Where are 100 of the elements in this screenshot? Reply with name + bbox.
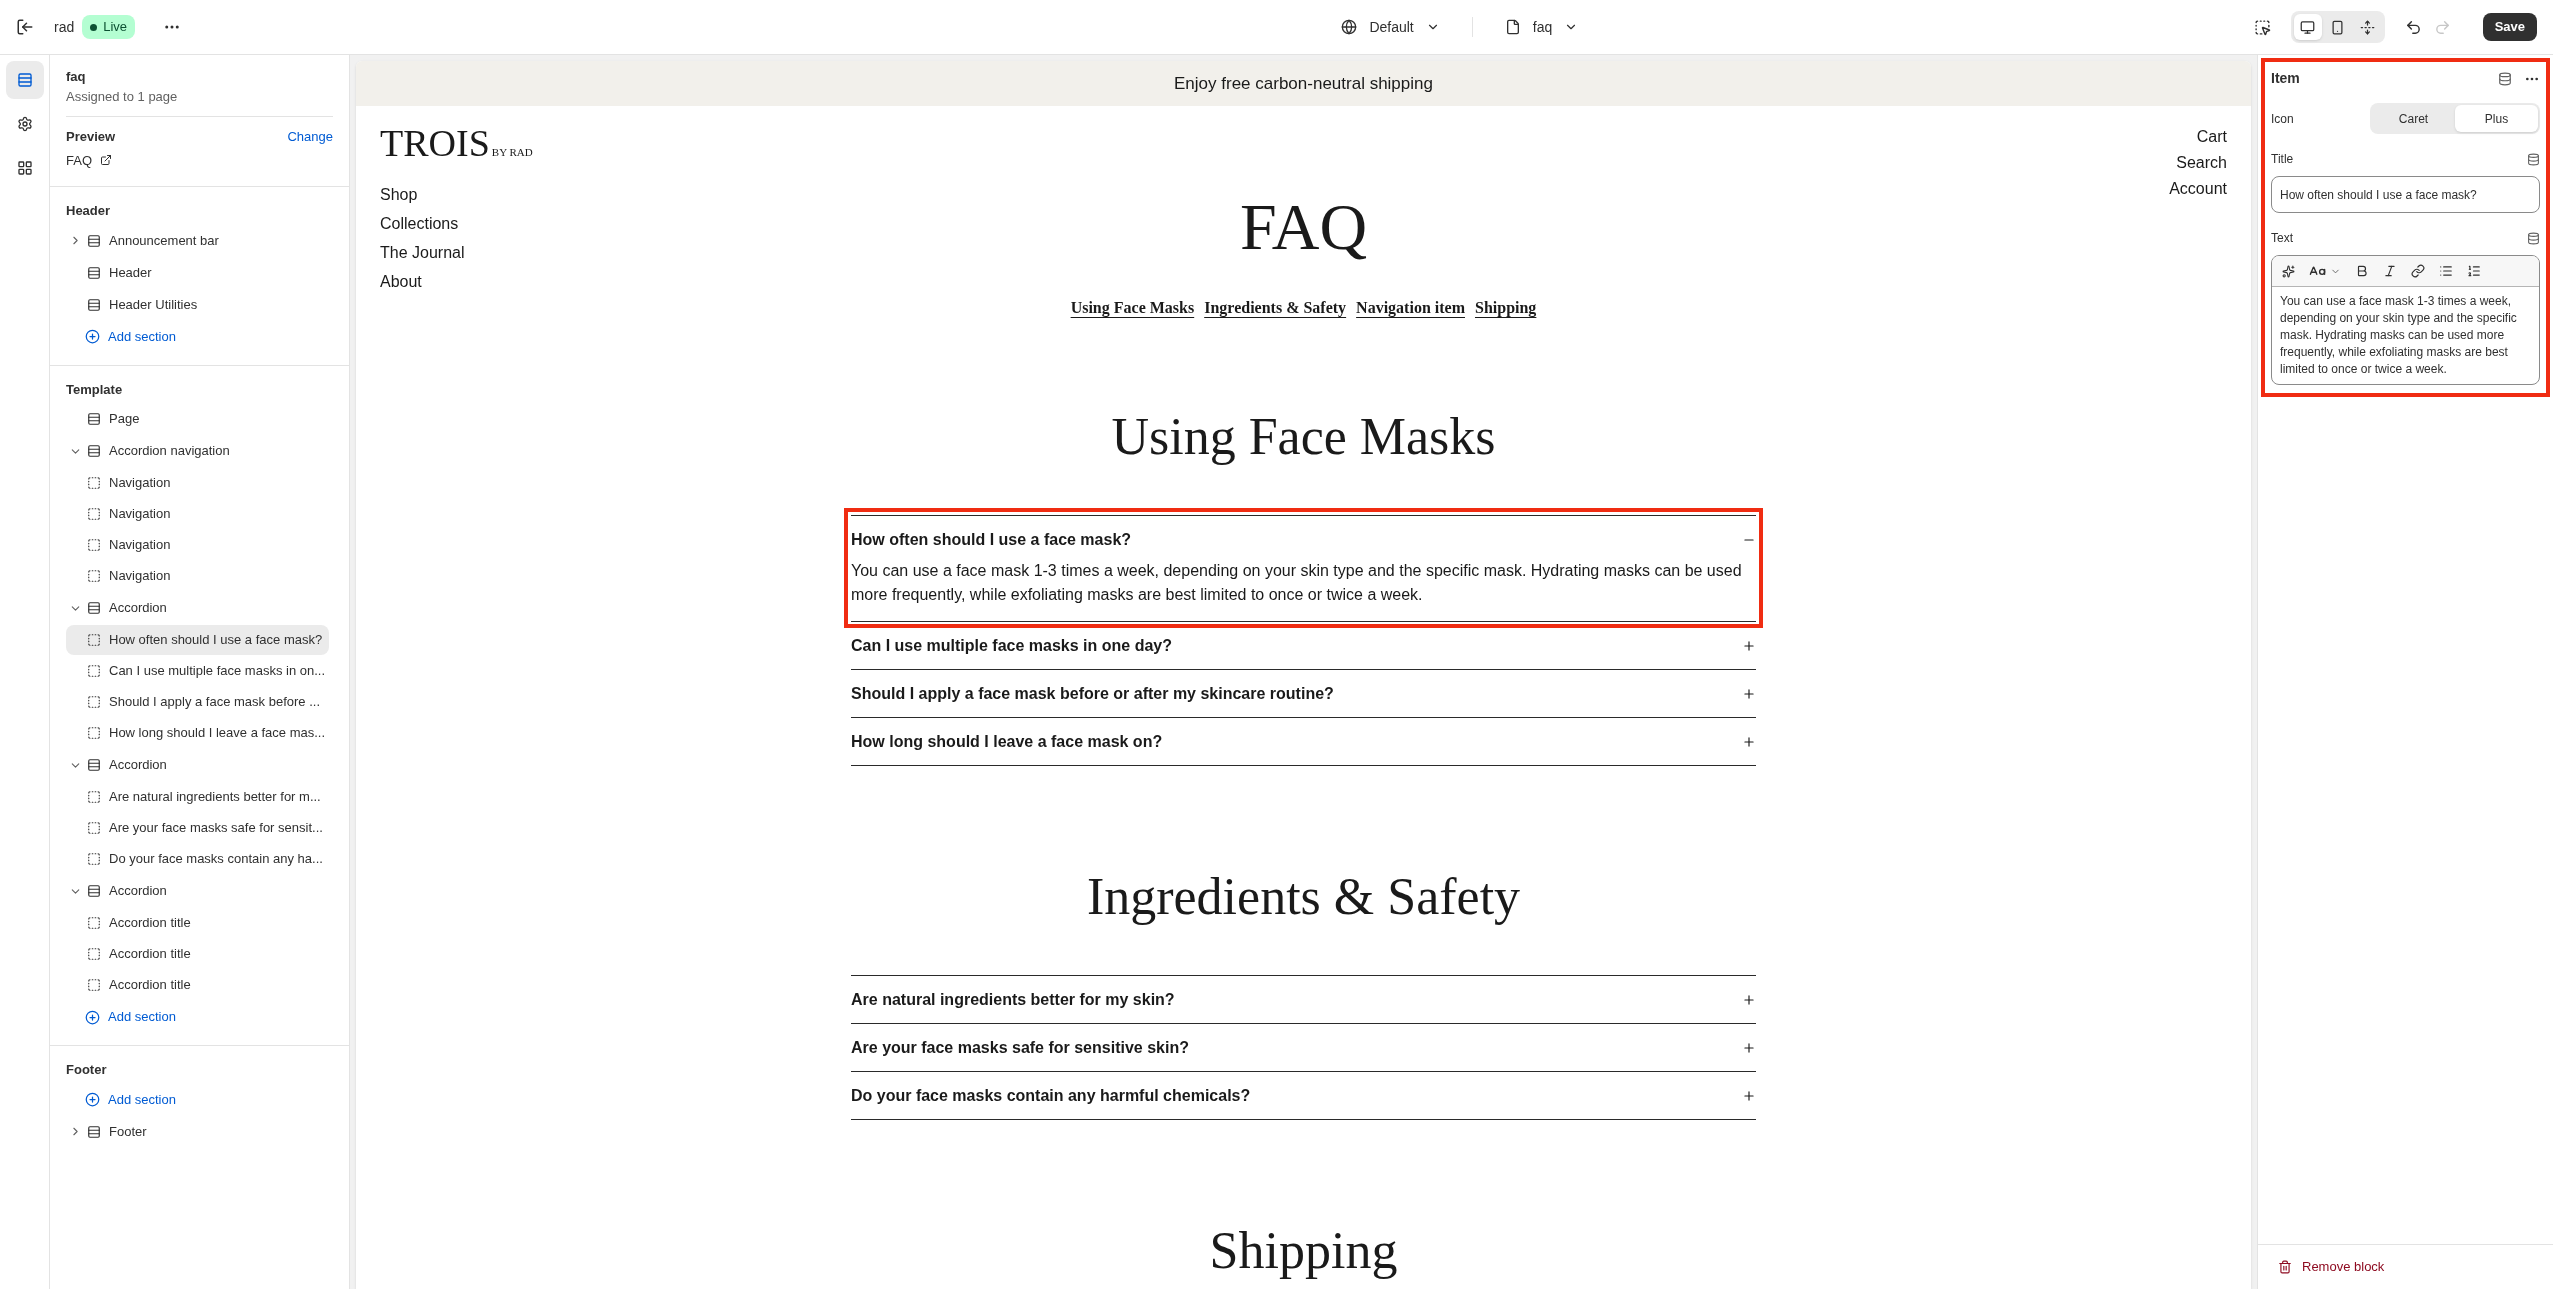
- link-icon[interactable]: [2411, 264, 2425, 278]
- section-item[interactable]: Footer: [66, 1115, 333, 1148]
- block-icon: [87, 476, 101, 490]
- block-item[interactable]: Navigation: [66, 468, 329, 498]
- anchor-link[interactable]: Using Face Masks: [1070, 296, 1195, 320]
- nav-link[interactable]: Account: [2169, 178, 2227, 199]
- accordion-item[interactable]: Can I use multiple face masks in one day?: [851, 621, 1756, 669]
- section-icon: [87, 265, 101, 280]
- nav-link[interactable]: About: [380, 271, 1071, 292]
- block-item[interactable]: Accordion title: [66, 908, 329, 938]
- anchor-link[interactable]: Ingredients & Safety: [1204, 296, 1347, 320]
- desktop-icon[interactable]: [2293, 14, 2322, 40]
- sparkle-icon[interactable]: [2282, 264, 2295, 278]
- page-title: FAQ: [1239, 194, 1368, 260]
- section-item[interactable]: Announcement bar: [66, 224, 333, 257]
- plus-icon[interactable]: [1742, 1040, 1756, 1055]
- block-icon: [87, 664, 101, 678]
- section-item[interactable]: Page: [66, 403, 333, 435]
- database-icon[interactable]: [2527, 152, 2540, 166]
- section-icon: [87, 444, 101, 458]
- store-logo[interactable]: TROIS: [380, 124, 490, 162]
- plus-icon[interactable]: [1742, 1088, 1756, 1103]
- segment-option[interactable]: Caret: [2372, 105, 2455, 132]
- accordion-question: Should I apply a face mask before or after my skincare routine?: [851, 683, 1334, 704]
- nav-link[interactable]: Shop: [380, 184, 1071, 205]
- section-item[interactable]: Accordion: [66, 749, 333, 781]
- add-section-button[interactable]: Add section: [66, 1083, 176, 1116]
- inspector-icon[interactable]: [2253, 18, 2271, 36]
- italic-icon[interactable]: [2383, 264, 2397, 278]
- external-link-icon[interactable]: [100, 154, 112, 167]
- section-icon: [87, 412, 101, 426]
- block-item[interactable]: Are your face masks safe for sensit...: [66, 813, 329, 843]
- block-item[interactable]: Are natural ingredients better for m...: [66, 782, 329, 812]
- accordion-item[interactable]: Are natural ingredients better for my skin?: [851, 975, 1756, 1023]
- nav-link[interactable]: The Journal: [380, 242, 1071, 263]
- bullet-list-icon[interactable]: [2439, 264, 2453, 278]
- panel-title: Item: [2271, 69, 2300, 88]
- trash-icon: [2278, 1260, 2292, 1274]
- plus-icon[interactable]: [1742, 638, 1756, 653]
- block-icon: [87, 978, 101, 992]
- save-button[interactable]: Save: [2482, 13, 2537, 41]
- block-item[interactable]: Accordion title: [66, 939, 329, 969]
- section-item[interactable]: Header: [66, 256, 333, 289]
- announcement-bar: Enjoy free carbon-neutral shipping: [356, 61, 2251, 106]
- template-selector[interactable]: faq: [1496, 12, 1587, 42]
- accordion-item[interactable]: Do your face masks contain any harmful chemicals?: [851, 1071, 1756, 1119]
- section-item[interactable]: Header Utilities: [66, 288, 333, 321]
- accordion-item[interactable]: Should I apply a face mask before or after my skincare routine?: [851, 669, 1756, 717]
- section-item[interactable]: Accordion: [66, 592, 333, 624]
- block-icon: [87, 507, 101, 521]
- add-section-button[interactable]: Add section: [66, 320, 176, 353]
- block-item[interactable]: How often should I use a face mask?: [66, 625, 329, 655]
- file-icon: [1504, 19, 1521, 35]
- anchor-link[interactable]: Shipping: [1475, 296, 1537, 320]
- section-icon: [87, 884, 101, 898]
- accordion-item[interactable]: How long should I leave a face mask on?: [851, 717, 1756, 765]
- sections-icon[interactable]: [5, 61, 44, 99]
- numbered-list-icon[interactable]: [2467, 264, 2481, 278]
- theme-selector[interactable]: Default: [1333, 12, 1448, 42]
- group-heading: Header: [66, 202, 112, 220]
- block-icon: [87, 569, 101, 583]
- section-heading: Ingredients & Safety: [1086, 871, 1521, 923]
- section-item[interactable]: Accordion: [66, 875, 333, 907]
- block-item[interactable]: Navigation: [66, 561, 329, 591]
- database-icon[interactable]: [2498, 71, 2512, 86]
- block-item[interactable]: Accordion title: [66, 970, 329, 1000]
- block-icon: [87, 790, 101, 804]
- block-item[interactable]: How long should I leave a face mas...: [66, 718, 329, 748]
- block-item[interactable]: Do your face masks contain any ha...: [66, 844, 329, 874]
- block-item[interactable]: Can I use multiple face masks in on...: [66, 656, 329, 686]
- undo-icon[interactable]: [2404, 18, 2422, 36]
- template-subtitle: Assigned to 1 page: [66, 87, 179, 106]
- title-field[interactable]: How often should I use a face mask?: [2271, 176, 2540, 213]
- database-icon[interactable]: [2527, 231, 2540, 245]
- accordion-answer: You can use a face mask 1-3 times a week, depending on your skin type and the specific mask. Hydrating masks can be used more frequently, while exfoliating masks are best limited to once or twice a week.: [851, 561, 1743, 605]
- block-item[interactable]: Should I apply a face mask before ...: [66, 687, 329, 717]
- add-section-button[interactable]: Add section: [66, 1001, 176, 1033]
- nav-link[interactable]: Search: [2176, 152, 2227, 173]
- bold-icon[interactable]: [2355, 264, 2369, 278]
- section-icon: [87, 758, 101, 772]
- block-item[interactable]: Navigation: [66, 499, 329, 529]
- accordion-question: Are your face masks safe for sensitive skin?: [851, 1037, 1189, 1058]
- plus-icon[interactable]: [1742, 686, 1756, 701]
- block-icon: [87, 695, 101, 709]
- section-item[interactable]: Accordion navigation: [66, 435, 333, 467]
- anchor-link[interactable]: Navigation item: [1356, 296, 1465, 320]
- block-icon: [87, 538, 101, 552]
- plus-icon[interactable]: [1742, 992, 1756, 1007]
- preview-label: Preview: [66, 128, 116, 146]
- accordion-question: Are natural ingredients better for my skin?: [851, 989, 1175, 1010]
- nav-link[interactable]: Collections: [380, 213, 1071, 234]
- plus-icon[interactable]: [1742, 734, 1756, 749]
- preview-page: FAQ: [66, 151, 92, 170]
- remove-block-button[interactable]: Remove block: [2278, 1257, 2385, 1277]
- exit-icon[interactable]: [16, 18, 34, 36]
- nav-link[interactable]: Cart: [2196, 126, 2227, 147]
- change-link[interactable]: Change: [287, 127, 333, 147]
- accordion-item[interactable]: Are your face masks safe for sensitive skin?: [851, 1023, 1756, 1071]
- block-item[interactable]: Navigation: [66, 530, 329, 560]
- segment-option[interactable]: Plus: [2455, 105, 2538, 132]
